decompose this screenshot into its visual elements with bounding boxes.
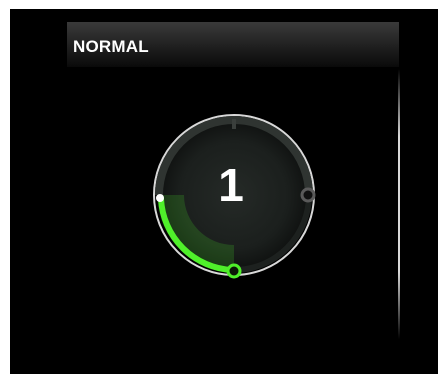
start-marker-icon — [156, 194, 164, 202]
scrollbar[interactable] — [398, 69, 400, 339]
device-screen: NORMAL 1 — [10, 9, 438, 374]
dial-top-tick — [232, 119, 236, 129]
circle-marker-icon — [300, 187, 316, 203]
circle-handle-icon[interactable] — [226, 263, 242, 279]
dial-value: 1 — [218, 159, 244, 211]
